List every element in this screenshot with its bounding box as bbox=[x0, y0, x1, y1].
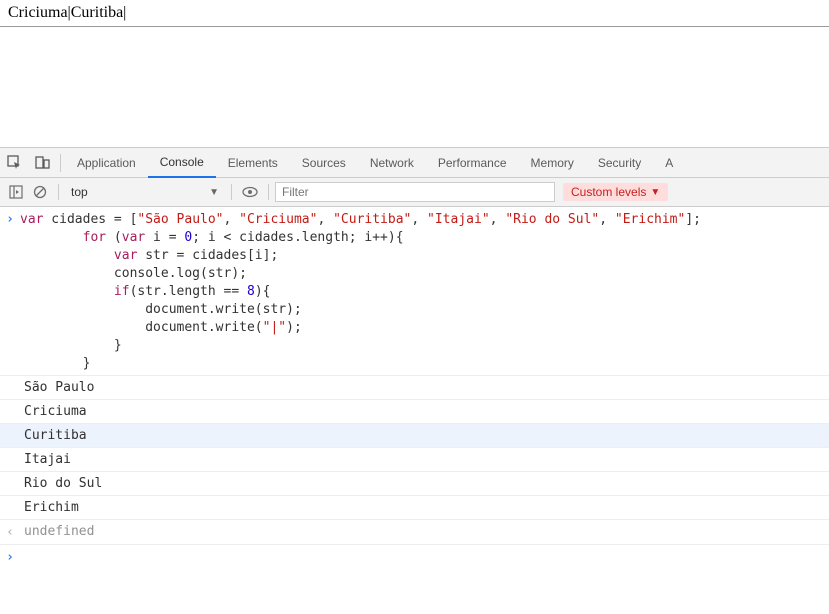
filter-input[interactable] bbox=[275, 182, 555, 202]
log-gutter bbox=[0, 452, 20, 467]
log-text: Erichim bbox=[20, 500, 79, 515]
console-body: › var cidades = ["São Paulo", "Criciuma"… bbox=[0, 207, 829, 569]
console-log-row: Curitiba bbox=[0, 424, 829, 448]
tab-security[interactable]: Security bbox=[586, 148, 653, 178]
toggle-sidebar-icon[interactable] bbox=[4, 180, 28, 204]
tab-more-truncated[interactable]: A bbox=[653, 148, 685, 178]
console-prompt-row[interactable]: › bbox=[0, 545, 829, 569]
separator bbox=[58, 184, 59, 200]
context-selector-value: top bbox=[71, 185, 88, 199]
log-gutter bbox=[0, 380, 20, 395]
tab-application[interactable]: Application bbox=[65, 148, 148, 178]
tab-sources[interactable]: Sources bbox=[290, 148, 358, 178]
output-indicator-icon: ‹ bbox=[0, 524, 20, 540]
document-write-text: Criciuma|Curitiba| bbox=[8, 4, 126, 21]
log-text: São Paulo bbox=[20, 380, 94, 395]
document-body-output: Criciuma|Curitiba| bbox=[0, 0, 829, 27]
chevron-down-icon: ▼ bbox=[650, 187, 660, 198]
input-prompt-icon: › bbox=[0, 549, 20, 565]
log-gutter bbox=[0, 404, 20, 419]
inspect-element-icon[interactable] bbox=[0, 149, 28, 177]
chevron-down-icon: ▼ bbox=[209, 187, 219, 198]
separator bbox=[231, 184, 232, 200]
log-text: Rio do Sul bbox=[20, 476, 102, 491]
return-value-text: undefined bbox=[20, 524, 94, 540]
log-levels-label: Custom levels bbox=[571, 185, 646, 199]
tab-performance[interactable]: Performance bbox=[426, 148, 519, 178]
log-gutter bbox=[0, 428, 20, 443]
devtools-tabs-row: Application Console Elements Sources Net… bbox=[0, 148, 829, 178]
log-gutter bbox=[0, 500, 20, 515]
devtools-panel: Application Console Elements Sources Net… bbox=[0, 147, 829, 569]
console-return-value: ‹ undefined bbox=[0, 520, 829, 545]
log-text: Criciuma bbox=[20, 404, 87, 419]
tab-elements[interactable]: Elements bbox=[216, 148, 290, 178]
console-log-row: Erichim bbox=[0, 496, 829, 520]
input-prompt-icon: › bbox=[0, 211, 20, 373]
separator bbox=[268, 184, 269, 200]
device-toolbar-icon[interactable] bbox=[28, 149, 56, 177]
clear-console-icon[interactable] bbox=[28, 180, 52, 204]
log-text: Itajai bbox=[20, 452, 71, 467]
log-text: Curitiba bbox=[20, 428, 87, 443]
separator bbox=[60, 154, 61, 172]
code-text: var cidades = ["São Paulo", "Criciuma", … bbox=[20, 211, 701, 373]
console-log-row: São Paulo bbox=[0, 376, 829, 400]
log-levels-selector[interactable]: Custom levels ▼ bbox=[563, 183, 668, 201]
tab-memory[interactable]: Memory bbox=[519, 148, 586, 178]
console-toolbar: top ▼ Custom levels ▼ bbox=[0, 178, 829, 207]
console-log-row: Criciuma bbox=[0, 400, 829, 424]
context-selector[interactable]: top ▼ bbox=[65, 185, 225, 199]
console-input-entry: › var cidades = ["São Paulo", "Criciuma"… bbox=[0, 207, 829, 376]
console-log-row: Itajai bbox=[0, 448, 829, 472]
tab-network[interactable]: Network bbox=[358, 148, 426, 178]
live-expression-icon[interactable] bbox=[238, 180, 262, 204]
tab-console[interactable]: Console bbox=[148, 148, 216, 178]
page-whitespace bbox=[0, 27, 829, 147]
log-gutter bbox=[0, 476, 20, 491]
console-log-row: Rio do Sul bbox=[0, 472, 829, 496]
